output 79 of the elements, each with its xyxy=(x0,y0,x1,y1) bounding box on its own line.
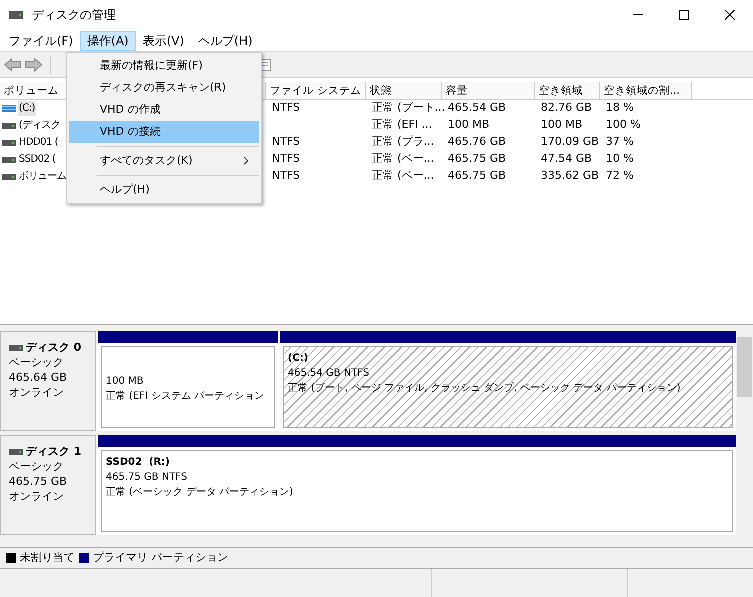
table-cell: 正常 (ベー... xyxy=(372,169,434,182)
partition-status: 正常 (ベーシック データ パーティション) xyxy=(106,486,294,500)
table-cell: 170.09 GB xyxy=(541,135,600,148)
partition-status: 正常 (EFI システム パーティション xyxy=(106,390,264,404)
table-cell[interactable]: (C:) xyxy=(18,101,36,116)
table-cell: NTFS xyxy=(272,169,300,182)
disk-type: ベーシック xyxy=(9,459,65,474)
table-cell[interactable]: HDD01 ( xyxy=(18,135,60,150)
app-icon xyxy=(8,8,24,22)
menu-option[interactable]: ディスクの再スキャン(R) xyxy=(69,77,259,99)
disk-status: オンライン xyxy=(9,489,65,504)
drive-icon xyxy=(2,140,16,146)
table-cell: 465.75 GB xyxy=(448,152,506,166)
maximize-icon xyxy=(679,10,689,20)
partition-box[interactable]: SSD02 (R:) 465.75 GB NTFS 正常 (ベーシック データ パーティション) xyxy=(101,450,733,532)
disk-status: オンライン xyxy=(9,385,65,400)
menu-item[interactable]: ヘルプ(H) xyxy=(191,30,260,50)
disk-type: ベーシック xyxy=(9,355,65,370)
table-cell[interactable]: (ディスク xyxy=(18,118,62,133)
table-cell: 18 % xyxy=(606,101,634,114)
disk-name: ディスク 1 xyxy=(26,444,82,459)
legend-label: プライマリ パーティション xyxy=(93,550,228,566)
forward-arrow-icon[interactable] xyxy=(25,58,43,72)
table-cell: 100 MB xyxy=(541,118,583,132)
table-cell: 正常 (EFI ... xyxy=(372,118,432,132)
drive-icon xyxy=(2,156,16,162)
window-title: ディスクの管理 xyxy=(32,7,116,24)
partition-size: 100 MB xyxy=(106,375,144,389)
table-cell[interactable]: SSD02 ( xyxy=(18,152,57,167)
table-cell: 465.75 GB xyxy=(448,169,506,182)
table-cell: 37 % xyxy=(606,135,634,148)
table-cell: 82.76 GB xyxy=(541,101,592,114)
disk-name: ディスク 0 xyxy=(26,340,82,355)
partition-box[interactable]: (C:) 465.54 GB NTFS 正常 (ブート, ページ ファイル, クラッシュ ダンプ, ベーシック データ パーティション) xyxy=(283,346,733,428)
menu-item[interactable]: 表示(V) xyxy=(136,30,192,50)
table-cell: 100 MB xyxy=(448,118,490,132)
table-cell: 10 % xyxy=(606,152,634,166)
table-cell: NTFS xyxy=(272,135,300,148)
column-header[interactable]: ファイル システム xyxy=(266,82,366,99)
disk-info-panel[interactable]: ディスク 0 ベーシック 465.64 GB オンライン xyxy=(0,331,96,431)
table-cell: 正常 (ブート... xyxy=(372,101,446,114)
disk-size: 465.75 GB xyxy=(9,474,68,489)
column-header[interactable]: 空き領域の割... xyxy=(600,82,692,99)
table-cell: 335.62 GB xyxy=(541,169,600,182)
legend-label: 未割り当て xyxy=(20,550,75,566)
drive-icon xyxy=(9,344,23,350)
column-header[interactable]: 空き領域 xyxy=(535,82,600,99)
partition-box[interactable]: 100 MB 正常 (EFI システム パーティション xyxy=(101,346,275,428)
menu-item[interactable]: ファイル(F) xyxy=(2,30,80,50)
disk-info-panel[interactable]: ディスク 1 ベーシック 465.75 GB オンライン xyxy=(0,435,96,535)
column-header[interactable]: 容量 xyxy=(442,82,535,99)
partition-status: 正常 (ブート, ページ ファイル, クラッシュ ダンプ, ベーシック データ パーティション) xyxy=(288,382,681,396)
table-cell: 47.54 GB xyxy=(541,152,592,166)
table-cell: NTFS xyxy=(272,152,300,166)
menu-option[interactable]: すべてのタスク(K) xyxy=(69,150,259,179)
back-arrow-icon[interactable] xyxy=(4,58,22,72)
drive-icon xyxy=(2,122,16,128)
table-cell: 正常 (プラ... xyxy=(372,135,434,148)
submenu-chevron-icon xyxy=(244,157,249,165)
menu-option[interactable]: VHD の作成 xyxy=(69,99,259,121)
partition-size: 465.75 GB NTFS xyxy=(106,471,188,485)
table-cell: NTFS xyxy=(272,101,300,114)
table-cell: 465.76 GB xyxy=(448,135,506,148)
table-cell: 72 % xyxy=(606,169,634,182)
column-header[interactable]: 状態 xyxy=(366,82,442,99)
table-cell: 正常 (ベー... xyxy=(372,152,434,166)
close-icon xyxy=(725,10,735,20)
menu-item[interactable]: 操作(A) xyxy=(80,30,136,50)
disk-size: 465.64 GB xyxy=(9,370,68,385)
drive-icon xyxy=(2,174,16,180)
partition-label: SSD02 (R:) xyxy=(106,456,170,470)
menu-option[interactable]: ヘルプ(H) xyxy=(69,179,259,201)
partition-label: (C:) xyxy=(288,352,308,366)
table-cell[interactable]: ボリューム xyxy=(18,169,68,184)
striped-drive-icon xyxy=(2,105,16,112)
table-cell: 100 % xyxy=(606,118,641,132)
table-cell: 465.54 GB xyxy=(448,101,506,114)
drive-icon xyxy=(9,448,23,454)
partition-size: 465.54 GB NTFS xyxy=(288,367,370,381)
